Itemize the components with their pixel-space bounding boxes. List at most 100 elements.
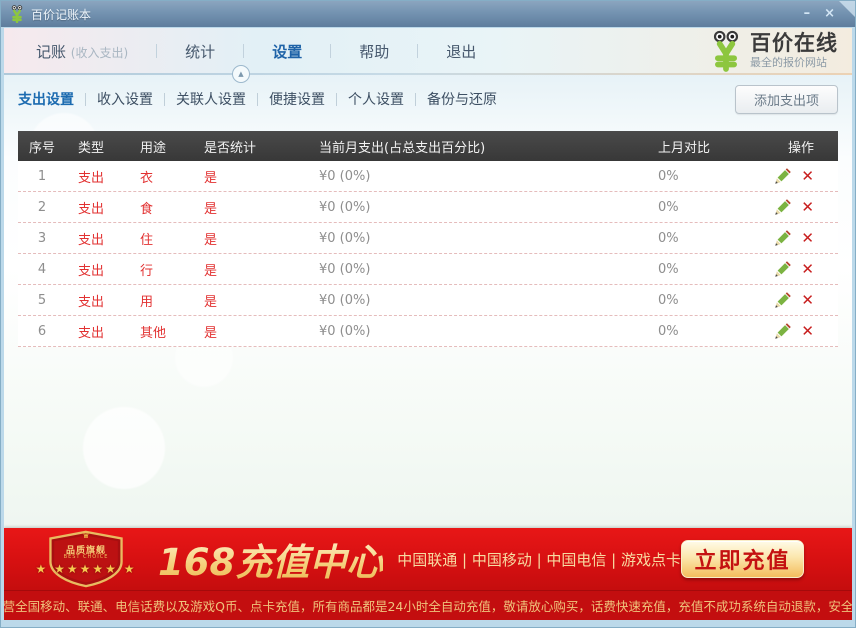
- cell-current-month: ¥0 (0%): [306, 324, 632, 339]
- cell-no: 3: [18, 231, 66, 246]
- table-row: 3 支出 住 是 ¥0 (0%) 0% ✕: [18, 223, 838, 254]
- delete-x-icon[interactable]: ✕: [801, 200, 814, 215]
- close-button[interactable]: ×: [824, 6, 835, 22]
- yen-mascot-icon: [708, 30, 744, 72]
- tab-exit[interactable]: 退出: [442, 41, 480, 62]
- cell-no: 6: [18, 324, 66, 339]
- cell-type: 支出: [66, 229, 128, 248]
- cell-last-month: 0%: [632, 200, 772, 215]
- cell-usage: 其他: [128, 322, 192, 341]
- subnav-separator: [257, 93, 258, 106]
- cell-counted: 是: [192, 198, 306, 217]
- table-row: 5 支出 用 是 ¥0 (0%) 0% ✕: [18, 285, 838, 316]
- edit-pencil-icon[interactable]: [774, 261, 791, 278]
- badge-stars: ★ ★★★★★ ★: [24, 562, 148, 576]
- cell-usage: 衣: [128, 167, 192, 186]
- recharge-ad-banner: ♛ 品质旗舰 BEST CHOICE ★ ★★★★★ ★ 168充值中心 中国联…: [4, 528, 852, 620]
- badge-subtitle: BEST CHOICE: [38, 554, 134, 560]
- tab-bookkeeping-suffix: (收入支出): [71, 46, 128, 60]
- window-title: 百价记账本: [31, 6, 91, 23]
- brand-tagline: 最全的报价网站: [750, 54, 838, 70]
- subnav-backup-restore[interactable]: 备份与还原: [427, 89, 497, 109]
- banner-disclaimer: 本店经营全国移动、联通、电信话费以及游戏Q币、点卡充值，所有商品都是24小时全自…: [4, 596, 852, 615]
- cell-no: 5: [18, 293, 66, 308]
- cell-usage: 食: [128, 198, 192, 217]
- delete-x-icon[interactable]: ✕: [801, 231, 814, 246]
- active-tab-marker: ▲: [232, 65, 250, 83]
- app-window: 百价记账本 – × 记账 (收入支出) 统计 设置 帮助 退出 ▲: [0, 0, 856, 628]
- badge-crown-icon: ♛: [38, 531, 134, 541]
- cell-last-month: 0%: [632, 169, 772, 184]
- cell-no: 2: [18, 200, 66, 215]
- cell-current-month: ¥0 (0%): [306, 200, 632, 215]
- delete-x-icon[interactable]: ✕: [801, 262, 814, 277]
- quality-badge: ♛ 品质旗舰 BEST CHOICE ★ ★★★★★ ★: [38, 530, 134, 588]
- edit-pencil-icon[interactable]: [774, 230, 791, 247]
- cell-counted: 是: [192, 260, 306, 279]
- recharge-now-button[interactable]: 立即充值: [681, 540, 804, 578]
- table-header-row: 序号 类型 用途 是否统计 当前月支出(占总支出百分比) 上月对比 操作: [18, 131, 838, 161]
- cell-usage: 用: [128, 291, 192, 310]
- nav-separator: [156, 44, 157, 58]
- subnav-separator: [85, 93, 86, 106]
- cell-counted: 是: [192, 229, 306, 248]
- nav-separator: [243, 44, 244, 58]
- cell-current-month: ¥0 (0%): [306, 262, 632, 277]
- cell-last-month: 0%: [632, 262, 772, 277]
- settings-subnav: 支出设置 收入设置 关联人设置 便捷设置 个人设置 备份与还原 添加支出项: [4, 74, 852, 124]
- col-header-no: 序号: [18, 137, 66, 156]
- subnav-contact-settings[interactable]: 关联人设置: [176, 89, 246, 109]
- table-row: 6 支出 其他 是 ¥0 (0%) 0% ✕: [18, 316, 838, 347]
- cell-type: 支出: [66, 291, 128, 310]
- col-header-usage: 用途: [128, 137, 192, 156]
- banner-title: 168充值中心: [158, 532, 383, 586]
- subnav-separator: [164, 93, 165, 106]
- nav-separator: [417, 44, 418, 58]
- brand-logo[interactable]: 百价在线 最全的报价网站: [708, 30, 838, 72]
- cell-type: 支出: [66, 260, 128, 279]
- main-panel: 记账 (收入支出) 统计 设置 帮助 退出 ▲: [4, 28, 852, 620]
- subnav-separator: [336, 93, 337, 106]
- banner-carriers: 中国联通 | 中国移动 | 中国电信 | 游戏点卡: [397, 549, 681, 570]
- tab-settings[interactable]: 设置: [268, 41, 306, 62]
- tab-statistics[interactable]: 统计: [181, 41, 219, 62]
- minimize-button[interactable]: –: [804, 6, 811, 22]
- cell-last-month: 0%: [632, 293, 772, 308]
- edit-pencil-icon[interactable]: [774, 168, 791, 185]
- cell-last-month: 0%: [632, 231, 772, 246]
- cell-current-month: ¥0 (0%): [306, 169, 632, 184]
- brand-name: 百价在线: [750, 32, 838, 54]
- delete-x-icon[interactable]: ✕: [801, 324, 814, 339]
- col-header-type: 类型: [66, 137, 128, 156]
- cell-type: 支出: [66, 322, 128, 341]
- cell-last-month: 0%: [632, 324, 772, 339]
- cell-counted: 是: [192, 291, 306, 310]
- subnav-income-settings[interactable]: 收入设置: [97, 89, 153, 109]
- col-header-current-month: 当前月支出(占总支出百分比): [306, 137, 632, 156]
- table-body: 1 支出 衣 是 ¥0 (0%) 0% ✕ 2: [18, 161, 838, 347]
- subnav-expense-settings[interactable]: 支出设置: [18, 89, 74, 109]
- subnav-separator: [415, 93, 416, 106]
- cell-counted: 是: [192, 322, 306, 341]
- tab-bookkeeping[interactable]: 记账 (收入支出): [32, 41, 132, 62]
- delete-x-icon[interactable]: ✕: [801, 169, 814, 184]
- edit-pencil-icon[interactable]: [774, 292, 791, 309]
- delete-x-icon[interactable]: ✕: [801, 293, 814, 308]
- subnav-personal-settings[interactable]: 个人设置: [348, 89, 404, 109]
- cell-counted: 是: [192, 167, 306, 186]
- table-row: 1 支出 衣 是 ¥0 (0%) 0% ✕: [18, 161, 838, 192]
- app-yen-mascot-icon: [9, 5, 25, 23]
- add-expense-item-button[interactable]: 添加支出项: [735, 85, 838, 114]
- edit-pencil-icon[interactable]: [774, 323, 791, 340]
- expense-settings-table: 序号 类型 用途 是否统计 当前月支出(占总支出百分比) 上月对比 操作 1 支…: [18, 131, 838, 347]
- cell-no: 4: [18, 262, 66, 277]
- tab-help[interactable]: 帮助: [355, 41, 393, 62]
- table-row: 4 支出 行 是 ¥0 (0%) 0% ✕: [18, 254, 838, 285]
- title-bar: 百价记账本 – ×: [1, 1, 855, 27]
- subnav-shortcut-settings[interactable]: 便捷设置: [269, 89, 325, 109]
- cell-type: 支出: [66, 167, 128, 186]
- edit-pencil-icon[interactable]: [774, 199, 791, 216]
- col-header-operations: 操作: [772, 137, 838, 156]
- cell-no: 1: [18, 169, 66, 184]
- main-nav: 记账 (收入支出) 统计 设置 帮助 退出 ▲: [4, 28, 852, 74]
